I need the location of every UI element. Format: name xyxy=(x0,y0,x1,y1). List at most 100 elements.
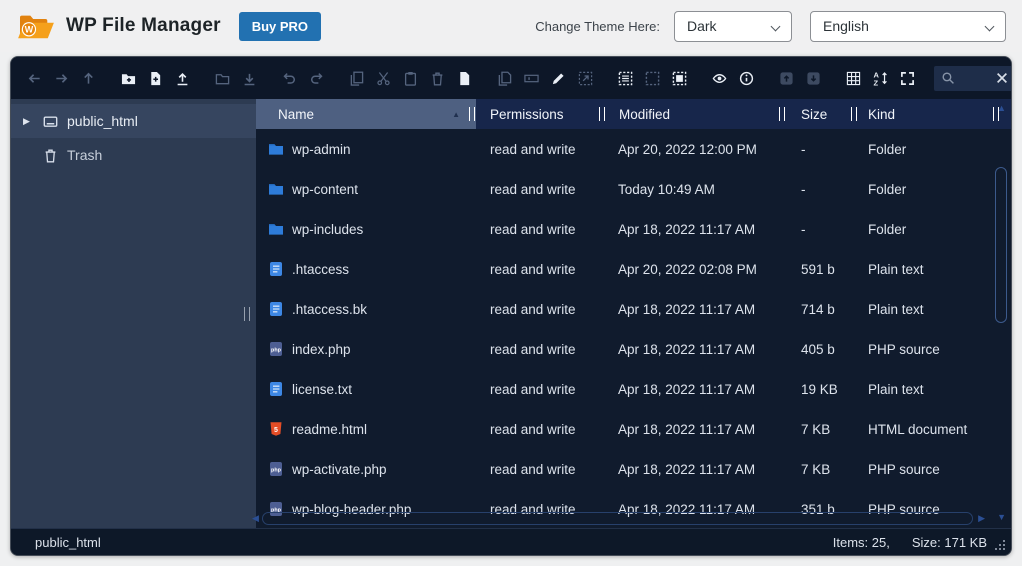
resize-icon xyxy=(578,71,593,86)
empty-file-button[interactable] xyxy=(451,65,478,92)
duplicate-button[interactable] xyxy=(491,65,518,92)
column-label: Size xyxy=(801,107,827,122)
download-icon xyxy=(242,71,257,86)
rename-icon xyxy=(524,71,539,86)
cell-permissions: read and write xyxy=(476,382,606,397)
select-all-button[interactable] xyxy=(612,65,639,92)
cell-size: 7 KB xyxy=(786,422,858,437)
table-header: Name▲Permissions Modified Size Kind xyxy=(256,99,1011,129)
file-row-wp-includes[interactable]: wp-includesread and writeApr 18, 2022 11… xyxy=(256,209,1011,249)
file-name: .htaccess.bk xyxy=(292,302,367,317)
up-arrow-button[interactable] xyxy=(75,65,102,92)
undo-icon xyxy=(282,71,297,86)
file-row-.htaccess.bk[interactable]: .htaccess.bkread and writeApr 18, 2022 1… xyxy=(256,289,1011,329)
file-row-index.php[interactable]: index.phpread and writeApr 18, 2022 11:1… xyxy=(256,329,1011,369)
chevron-down-icon xyxy=(985,21,995,31)
cell-permissions: read and write xyxy=(476,182,606,197)
toolbar-group xyxy=(343,65,478,92)
back-arrow-icon xyxy=(27,71,42,86)
language-select[interactable]: English xyxy=(810,11,1006,42)
file-name: index.php xyxy=(292,342,351,357)
cell-name: index.php xyxy=(256,341,476,357)
horizontal-scrollbar-thumb[interactable] xyxy=(262,512,973,525)
download-button[interactable] xyxy=(236,65,263,92)
cut-button[interactable] xyxy=(370,65,397,92)
icons-view-button[interactable] xyxy=(840,65,867,92)
scroll-left-icon[interactable]: ◀ xyxy=(252,514,259,523)
file-row-wp-activate.php[interactable]: wp-activate.phpread and writeApr 18, 202… xyxy=(256,449,1011,489)
buy-pro-button[interactable]: Buy PRO xyxy=(239,12,321,41)
theme-select[interactable]: Dark xyxy=(674,11,792,42)
paste-button[interactable] xyxy=(397,65,424,92)
column-resize-handle[interactable] xyxy=(599,107,605,121)
up-arrow-icon xyxy=(81,71,96,86)
cell-size: 714 b xyxy=(786,302,858,317)
column-header-permissions[interactable]: Permissions xyxy=(476,99,606,129)
window-resize-grip[interactable] xyxy=(995,539,1006,550)
fullscreen-button[interactable] xyxy=(894,65,921,92)
archive-button[interactable] xyxy=(773,65,800,92)
file-row-license.txt[interactable]: license.txtread and writeApr 18, 2022 11… xyxy=(256,369,1011,409)
search-box[interactable] xyxy=(934,66,1012,91)
file-row-wp-admin[interactable]: wp-adminread and writeApr 20, 2022 12:00… xyxy=(256,129,1011,169)
trash-button[interactable] xyxy=(424,65,451,92)
copy-button[interactable] xyxy=(343,65,370,92)
info-button[interactable] xyxy=(733,65,760,92)
sidebar-resize-handle[interactable] xyxy=(244,307,250,321)
fullscreen-icon xyxy=(900,71,915,86)
new-file-button[interactable] xyxy=(142,65,169,92)
rename-button[interactable] xyxy=(518,65,545,92)
column-resize-handle[interactable] xyxy=(779,107,785,121)
column-resize-handle[interactable] xyxy=(469,107,475,121)
redo-icon xyxy=(309,71,324,86)
cell-modified: Apr 20, 2022 12:00 PM xyxy=(606,142,786,157)
extract-icon xyxy=(806,71,821,86)
sort-button[interactable] xyxy=(867,65,894,92)
column-header-kind[interactable]: Kind xyxy=(858,99,1011,129)
back-arrow-button[interactable] xyxy=(21,65,48,92)
edit-button[interactable] xyxy=(545,65,572,92)
upload-button[interactable] xyxy=(169,65,196,92)
column-header-modified[interactable]: Modified xyxy=(606,99,786,129)
file-row-wp-content[interactable]: wp-contentread and writeToday 10:49 AM-F… xyxy=(256,169,1011,209)
preview-button[interactable] xyxy=(706,65,733,92)
svg-text:W: W xyxy=(25,24,34,34)
forward-arrow-button[interactable] xyxy=(48,65,75,92)
column-label: Modified xyxy=(619,107,670,122)
resize-button[interactable] xyxy=(572,65,599,92)
cell-modified: Apr 18, 2022 11:17 AM xyxy=(606,422,786,437)
scroll-up-icon[interactable]: ▲ xyxy=(997,104,1006,113)
new-file-icon xyxy=(148,71,163,86)
vertical-scrollbar-thumb[interactable] xyxy=(995,167,1007,323)
cell-name: .htaccess.bk xyxy=(256,301,476,317)
open-folder-button[interactable] xyxy=(209,65,236,92)
cell-kind: Plain text xyxy=(858,262,1011,277)
extract-button[interactable] xyxy=(800,65,827,92)
scroll-down-icon[interactable]: ▼ xyxy=(997,513,1006,522)
sidebar-item-public_html[interactable]: ▶public_html xyxy=(11,104,256,138)
new-folder-button[interactable] xyxy=(115,65,142,92)
clear-search-icon[interactable] xyxy=(995,71,1009,85)
cell-kind: Plain text xyxy=(858,382,1011,397)
folder-icon xyxy=(268,141,284,157)
cell-modified: Today 10:49 AM xyxy=(606,182,786,197)
toolbar-group xyxy=(612,65,693,92)
undo-button[interactable] xyxy=(276,65,303,92)
select-none-button[interactable] xyxy=(639,65,666,92)
column-header-name[interactable]: Name▲ xyxy=(256,99,476,129)
invert-selection-button[interactable] xyxy=(666,65,693,92)
column-resize-handle[interactable] xyxy=(851,107,857,121)
caret-right-icon[interactable]: ▶ xyxy=(23,116,35,127)
sidebar-item-trash[interactable]: Trash xyxy=(11,138,256,172)
cell-permissions: read and write xyxy=(476,302,606,317)
redo-button[interactable] xyxy=(303,65,330,92)
column-header-size[interactable]: Size xyxy=(786,99,858,129)
cell-modified: Apr 18, 2022 11:17 AM xyxy=(606,382,786,397)
search-input[interactable] xyxy=(955,71,995,85)
upload-icon xyxy=(175,71,190,86)
scroll-right-icon[interactable]: ▶ xyxy=(978,514,985,523)
file-name: wp-content xyxy=(292,182,358,197)
current-path: public_html xyxy=(35,535,101,550)
file-row-.htaccess[interactable]: .htaccessread and writeApr 20, 2022 02:0… xyxy=(256,249,1011,289)
file-row-readme.html[interactable]: readme.htmlread and writeApr 18, 2022 11… xyxy=(256,409,1011,449)
